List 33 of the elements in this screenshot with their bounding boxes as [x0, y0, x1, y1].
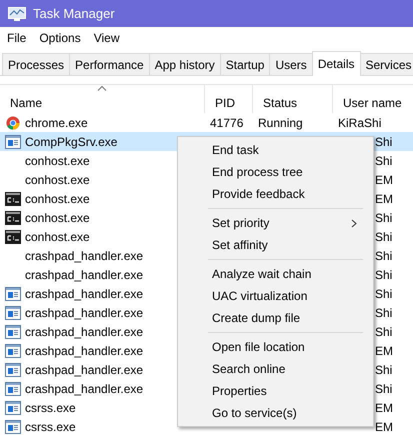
- user-name-cell: Shi: [375, 154, 392, 168]
- user-name-cell: Shi: [375, 382, 392, 396]
- process-name: conhost.exe: [25, 210, 90, 224]
- process-name: crashpad_handler.exe: [25, 382, 144, 396]
- user-name-cell: Shi: [375, 324, 392, 338]
- user-name-cell: Shi: [375, 210, 392, 224]
- process-name: csrss.exe: [25, 420, 76, 434]
- user-name-cell: EM: [375, 344, 393, 358]
- user-name-cell: Shi: [375, 230, 392, 244]
- user-name-cell: KiRaShi: [338, 116, 382, 130]
- pid-cell: 41776: [210, 116, 244, 130]
- process-name: crashpad_handler.exe: [25, 344, 144, 358]
- user-name-cell: Shi: [375, 306, 392, 320]
- user-name-cell: Shi: [375, 286, 392, 300]
- user-name-cell: Shi: [375, 134, 392, 148]
- process-name: crashpad_handler.exe: [25, 248, 144, 262]
- process-name: CompPkgSrv.exe: [25, 134, 118, 148]
- process-name: crashpad_handler.exe: [25, 286, 144, 300]
- process-name: crashpad_handler.exe: [25, 306, 144, 320]
- user-name-cell: EM: [375, 420, 393, 434]
- process-name: csrss.exe: [25, 400, 76, 414]
- status-cell: Running: [258, 116, 303, 130]
- window-title: Task Manager: [33, 6, 115, 21]
- user-name-cell: Shi: [375, 248, 392, 262]
- process-name: conhost.exe: [25, 192, 90, 206]
- process-name: crashpad_handler.exe: [25, 362, 144, 376]
- user-name-cell: EM: [375, 400, 393, 414]
- user-name-cell: Shi: [375, 362, 392, 376]
- process-name: conhost.exe: [25, 154, 90, 168]
- process-name: chrome.exe: [25, 116, 88, 130]
- process-name: conhost.exe: [25, 230, 90, 244]
- process-name: crashpad_handler.exe: [25, 324, 144, 338]
- user-name-cell: EM: [375, 192, 393, 206]
